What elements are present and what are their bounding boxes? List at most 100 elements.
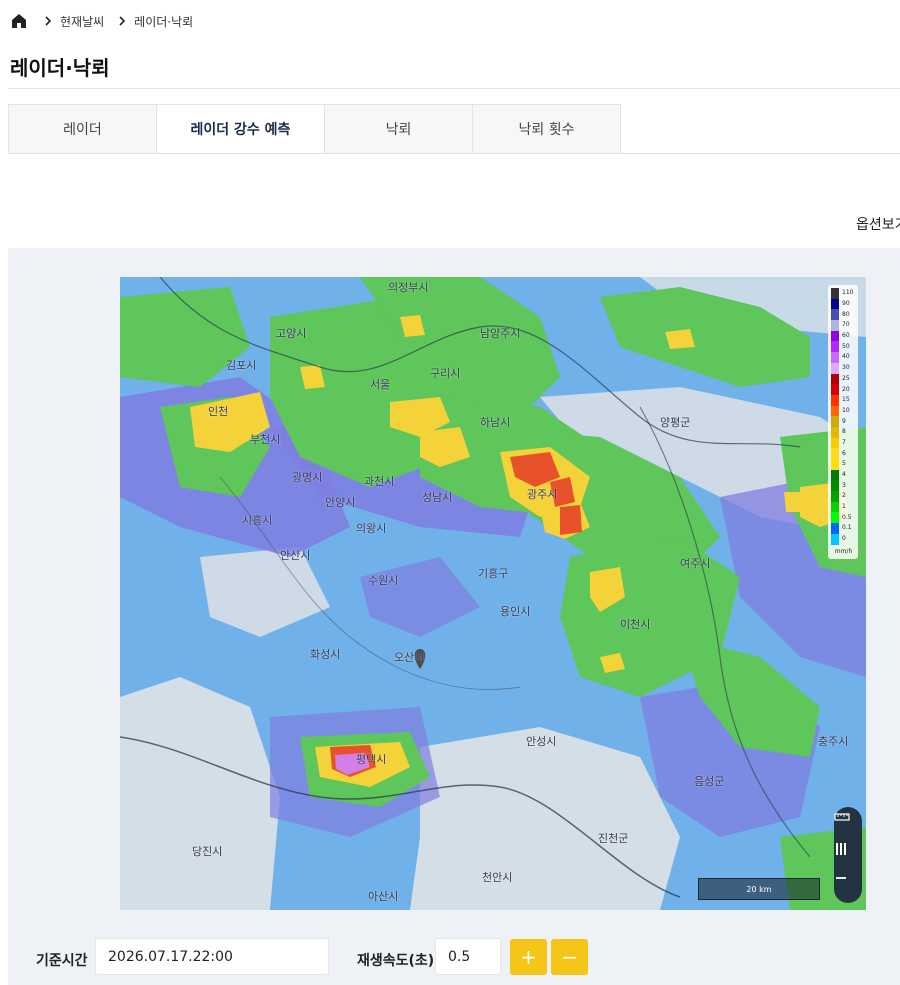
legend-row: 8 [831, 426, 856, 438]
radar-map[interactable]: 의정부시 고양시 남양주시 김포시 구리시 서울 인천 하남시 부천시 양평군 … [120, 277, 866, 910]
map-label-uijeongbu: 의정부시 [388, 281, 429, 294]
legend-value: 8 [842, 428, 846, 436]
playback-speed-field[interactable]: 0.5 [435, 938, 501, 975]
legend-row: 25 [831, 373, 856, 385]
map-label-asan: 아산시 [368, 890, 399, 903]
legend-row: 3 [831, 480, 856, 492]
legend-value: 1 [842, 503, 846, 511]
map-label-seoul: 서울 [370, 378, 391, 391]
speed-decrease-button[interactable]: − [551, 939, 588, 975]
scale-bar-label: 20 km [746, 884, 772, 894]
legend-row: 0.5 [831, 512, 856, 524]
legend-value: 0.1 [842, 524, 852, 532]
legend-value: 25 [842, 374, 850, 382]
tab-radar[interactable]: 레이더 [9, 105, 157, 153]
legend-value: 40 [842, 353, 850, 361]
legend-swatch [831, 512, 839, 524]
breadcrumb-item-current-weather[interactable]: 현재날씨 [60, 13, 104, 30]
legend-row: 1 [831, 501, 856, 513]
map-label-jincheon: 진천군 [598, 832, 629, 845]
base-time-label: 기준시간 [36, 953, 88, 969]
map-label-gwacheon: 과천시 [364, 475, 395, 488]
legend-value: 15 [842, 396, 850, 404]
tabs-divider [621, 153, 900, 154]
map-label-dangjin: 당진시 [192, 845, 223, 858]
legend-swatch [831, 384, 839, 395]
map-label-pyeongtaek: 평택시 [356, 753, 387, 766]
legend-value: 50 [842, 342, 850, 350]
tab-bar: 레이더 레이더 강수 예측 낙뢰 낙뢰 횟수 [8, 104, 621, 154]
legend-swatch [831, 459, 839, 470]
chevron-right-icon [45, 16, 52, 26]
ruler-icon[interactable] [834, 811, 862, 839]
legend-row: 5 [831, 459, 856, 470]
legend-row: 10 [831, 405, 856, 417]
legend-value: 80 [842, 310, 850, 318]
options-view-link[interactable]: 옵션보기 [856, 214, 900, 234]
map-label-siheung: 시흥시 [242, 514, 273, 527]
map-label-anyang: 안양시 [325, 496, 356, 509]
legend-row: 20 [831, 384, 856, 395]
legend-swatch [831, 523, 839, 534]
plus-icon: + [520, 945, 537, 969]
legend-swatch [831, 362, 839, 374]
legend-value: 0 [842, 535, 846, 543]
map-label-ansan: 안산시 [280, 549, 311, 562]
map-label-namyangju: 남양주시 [480, 327, 521, 340]
legend-row: 7 [831, 437, 856, 449]
breadcrumb: 현재날씨 레이더·낙뢰 [10, 10, 205, 32]
map-label-yangpyeong: 양평군 [660, 416, 691, 429]
breadcrumb-item-radar-lightning[interactable]: 레이더·낙뢰 [134, 13, 193, 30]
map-label-hanam: 하남시 [480, 416, 511, 429]
tab-radar-precip-forecast[interactable]: 레이더 강수 예측 [157, 105, 325, 153]
map-zoom-control [834, 807, 862, 903]
map-label-cheonan: 천안시 [482, 871, 513, 884]
legend-swatch [831, 491, 839, 502]
legend-swatch [831, 437, 839, 449]
legend-value: 70 [842, 321, 850, 329]
page-title: 레이더·낙뢰 [10, 56, 110, 80]
map-label-giheung: 기흥구 [478, 567, 509, 580]
scale-bar: 20 km [698, 878, 820, 900]
legend-swatch [831, 405, 839, 417]
legend-swatch [831, 298, 839, 310]
legend-value: 60 [842, 332, 850, 340]
tab-lightning[interactable]: 낙뢰 [325, 105, 473, 153]
legend-swatch [831, 309, 839, 321]
layers-icon[interactable] [834, 841, 862, 869]
map-label-yeoju: 여주시 [680, 557, 711, 570]
playback-speed-value: 0.5 [448, 948, 471, 965]
legend-swatch [831, 533, 839, 545]
speed-increase-button[interactable]: + [510, 939, 547, 975]
map-label-chungju: 충주시 [818, 735, 849, 748]
map-label-goyang: 고양시 [276, 327, 307, 340]
legend-value: 30 [842, 364, 850, 372]
legend-swatch [831, 320, 839, 331]
legend-row: 0.1 [831, 523, 856, 534]
legend-swatch [831, 288, 839, 299]
legend-swatch [831, 448, 839, 459]
playback-controls: 기준시간 2026.07.17.22:00 재생속도(초) 0.5 + − [0, 930, 900, 985]
tab-lightning-count[interactable]: 낙뢰 횟수 [473, 105, 620, 153]
legend-value: 4 [842, 471, 846, 479]
legend-row: 6 [831, 448, 856, 459]
zoom-out-icon[interactable] [834, 871, 862, 899]
legend-row: 80 [831, 309, 856, 321]
home-icon[interactable] [10, 12, 28, 30]
legend-row: 110 [831, 288, 856, 299]
playback-speed-label: 재생속도(초) [357, 953, 435, 969]
legend-row: 0 [831, 533, 856, 545]
base-time-field[interactable]: 2026.07.17.22:00 [95, 938, 329, 975]
legend-row: 2 [831, 491, 856, 502]
precip-legend: 110 90 80 70 60 50 40 30 25 20 15 10 9 8 7 6 5 4 3 2 1 0.5 0.1… [828, 285, 858, 559]
legend-value: 5 [842, 460, 846, 468]
map-label-guri: 구리시 [430, 367, 461, 380]
title-divider [8, 88, 900, 89]
legend-row: 60 [831, 330, 856, 342]
legend-swatch [831, 341, 839, 353]
legend-swatch [831, 469, 839, 481]
legend-row: 50 [831, 341, 856, 353]
chevron-right-icon [119, 16, 126, 26]
minus-icon: − [561, 945, 578, 969]
legend-value: 2 [842, 492, 846, 500]
